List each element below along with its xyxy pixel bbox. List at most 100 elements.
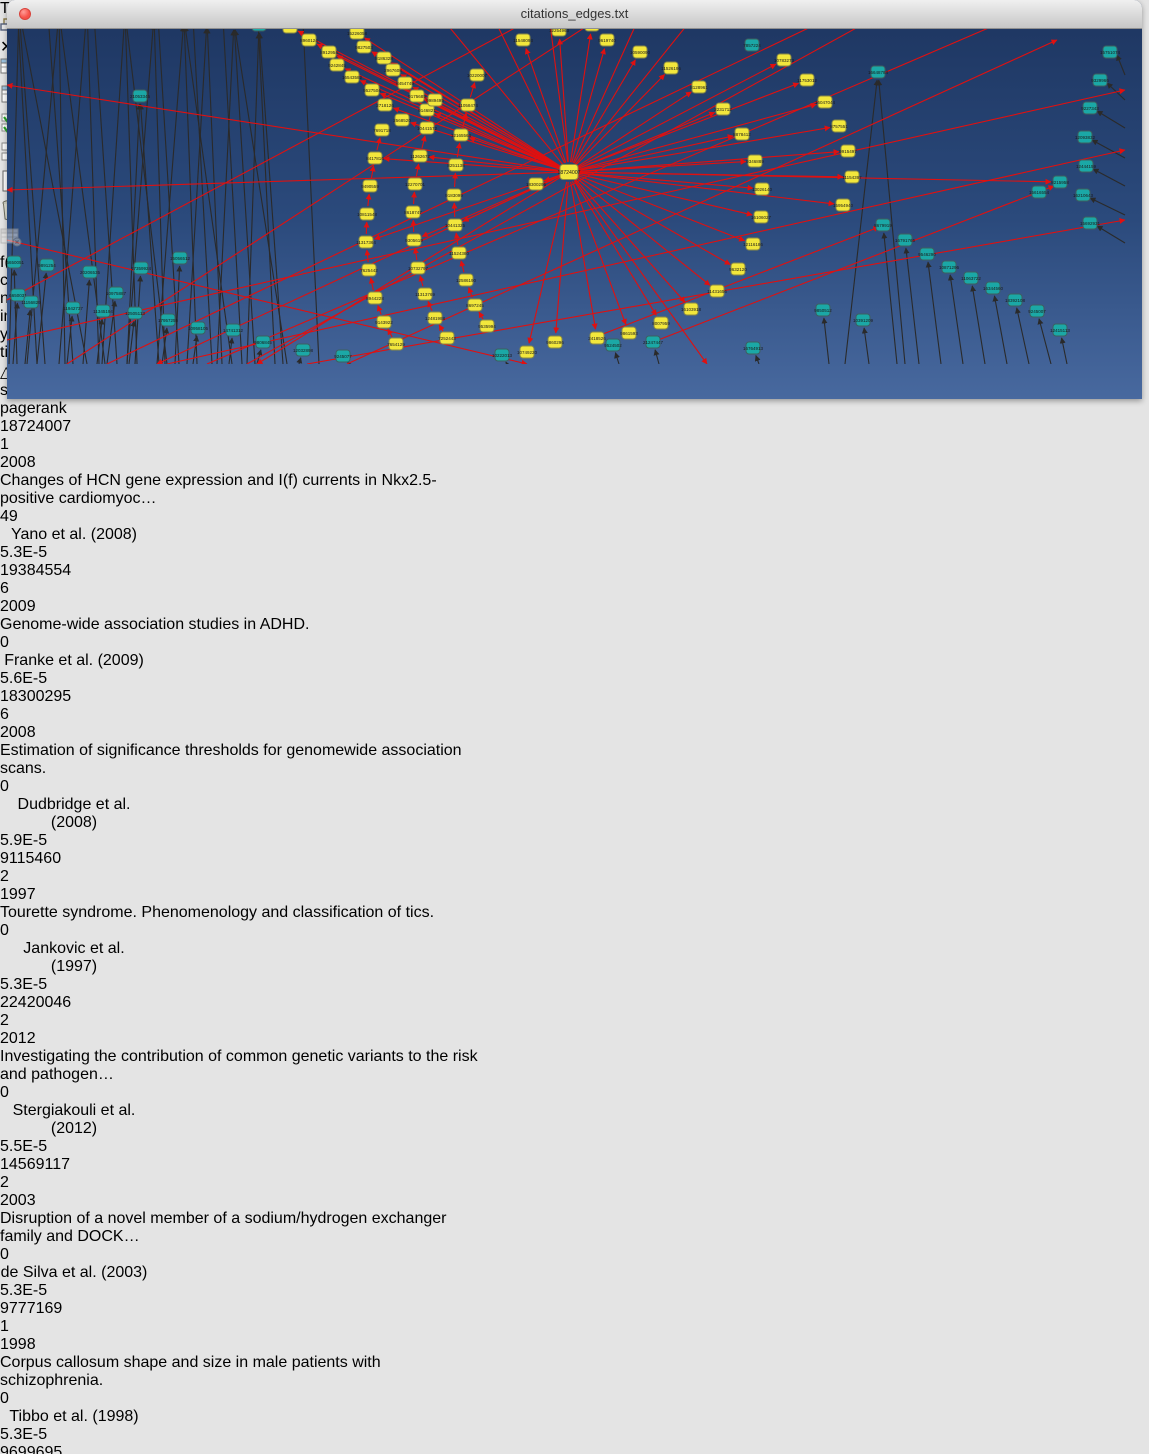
network-edge[interactable]	[7, 0, 567, 300]
table-row[interactable]: 911546021997Tourette syndrome. Phenomeno…	[0, 850, 1149, 994]
table-cell-short: Tibbo et al. (1998)	[0, 1408, 148, 1426]
network-node-label: 8757551	[830, 124, 848, 129]
network-edge[interactable]	[1039, 319, 1051, 364]
network-edge[interactable]	[302, 0, 319, 364]
network-edge[interactable]	[37, 273, 46, 364]
network-node-label: 10975887	[106, 291, 127, 296]
network-node-label: 12270701	[405, 182, 426, 187]
network-edge[interactable]	[377, 138, 380, 150]
network-edge[interactable]	[603, 227, 879, 334]
network-edge[interactable]	[20, 18, 45, 364]
network-edge[interactable]	[414, 192, 415, 204]
network-edge[interactable]	[578, 177, 731, 265]
network-edge[interactable]	[576, 179, 685, 302]
network-node-label: 16103918	[681, 307, 702, 312]
network-edge[interactable]	[950, 275, 963, 364]
network-edge[interactable]	[1090, 198, 1125, 215]
network-edge[interactable]	[1097, 226, 1125, 243]
network-edge[interactable]	[578, 64, 776, 167]
network-edge[interactable]	[571, 34, 591, 162]
network-node-label: 9891254	[38, 263, 56, 268]
network-edge[interactable]	[247, 33, 259, 364]
table-cell-title: Investigating the contribution of common…	[0, 1048, 479, 1084]
network-edge[interactable]	[1092, 140, 1125, 158]
network-edge[interactable]	[157, 26, 183, 364]
network-edge[interactable]	[371, 278, 374, 290]
table-row[interactable]: 1872400712008Changes of HCN gene express…	[0, 418, 1149, 562]
network-edge[interactable]	[756, 355, 759, 364]
network-edge[interactable]	[141, 104, 159, 364]
network-canvas[interactable]: 1872400796197401059009011526196812896122…	[7, 0, 1142, 369]
network-edge[interactable]	[470, 83, 474, 98]
network-edge[interactable]	[415, 248, 417, 260]
table-row[interactable]: 1456911722003Disruption of a novel membe…	[0, 1156, 1149, 1300]
network-edge[interactable]	[234, 30, 255, 364]
network-edge[interactable]	[579, 104, 817, 169]
table-row[interactable]: 977716911998Corpus callosum shape and si…	[0, 1300, 1149, 1444]
network-edge[interactable]	[439, 325, 443, 331]
network-edge[interactable]	[184, 26, 197, 364]
network-edge[interactable]	[578, 83, 798, 168]
table-cell-short: Dudbridge et al. (2008)	[0, 796, 148, 832]
network-node-label: 9143922	[375, 320, 393, 325]
table-row[interactable]: 2242004622012Investigating the contribut…	[0, 994, 1149, 1156]
network-edge[interactable]	[579, 172, 1051, 182]
network-edge[interactable]	[994, 296, 1007, 364]
table-row[interactable]: 1938455462009Genome-wide association stu…	[0, 562, 1149, 688]
network-window-title: citations_edges.txt	[7, 6, 1142, 21]
network-edge[interactable]	[1117, 55, 1125, 75]
network-edge[interactable]	[422, 136, 425, 148]
network-edge[interactable]	[59, 20, 65, 364]
network-node-label: 10590090	[630, 50, 651, 55]
table-cell-year: 2009	[0, 598, 81, 616]
network-edge[interactable]	[864, 328, 869, 364]
network-node-label: 10783273	[774, 58, 795, 63]
network-edge[interactable]	[1062, 338, 1067, 364]
network-window-titlebar[interactable]: citations_edges.txt	[7, 0, 1142, 29]
network-edge[interactable]	[615, 353, 619, 364]
network-edge[interactable]	[17, 0, 37, 364]
network-edge[interactable]	[420, 276, 423, 287]
network-edge[interactable]	[461, 261, 464, 273]
network-edge[interactable]	[479, 312, 483, 319]
table-row[interactable]: 969969511998Structural magnetic resonanc…	[0, 1444, 1149, 1454]
network-edge[interactable]	[378, 305, 381, 314]
network-node-label: 12481988	[425, 316, 446, 321]
table-cell-year: 2003	[0, 1192, 81, 1210]
network-edge[interactable]	[107, 0, 867, 364]
network-edge[interactable]	[368, 194, 369, 206]
network-window: citations_edges.txt 18724007961974010590…	[7, 0, 1142, 399]
network-edge[interactable]	[574, 60, 635, 164]
network-node-label: 11526196	[661, 66, 681, 71]
network-edge[interactable]	[579, 136, 733, 170]
network-edge[interactable]	[577, 178, 710, 285]
network-edge[interactable]	[1017, 308, 1029, 364]
table-cell-title: Corpus callosum shape and size in male p…	[0, 1354, 479, 1390]
column-header-pagerank[interactable]: pagerank	[0, 400, 96, 418]
network-edge[interactable]	[556, 182, 568, 333]
network-edge[interactable]	[371, 166, 373, 178]
network-edge[interactable]	[299, 358, 301, 364]
network-node-label: 11345194	[93, 309, 113, 314]
network-node-label: 8960124	[300, 38, 318, 43]
network-edge[interactable]	[1097, 111, 1125, 128]
network-edge[interactable]	[655, 350, 659, 364]
network-edge[interactable]	[506, 362, 507, 364]
table-row[interactable]: 1830029562008Estimation of significance …	[0, 688, 1149, 850]
network-node-label: 15056512	[170, 256, 191, 261]
network-edge[interactable]	[928, 262, 941, 364]
network-node-label: 11431656	[707, 289, 727, 294]
table-cell-short: Stergiakouli et al. (2012)	[0, 1102, 148, 1138]
network-edge[interactable]	[972, 286, 985, 364]
network-edge[interactable]	[388, 329, 392, 337]
network-edge[interactable]	[455, 173, 456, 187]
network-edge[interactable]	[367, 250, 368, 262]
network-edge[interactable]	[824, 318, 829, 364]
network-edge[interactable]	[906, 248, 919, 364]
network-edge[interactable]	[416, 164, 418, 176]
network-edge[interactable]	[526, 48, 566, 162]
network-edge[interactable]	[560, 39, 569, 162]
network-node-label: 2418526	[588, 336, 606, 341]
network-edge[interactable]	[1093, 169, 1125, 186]
network-node-label: 16210643	[1073, 193, 1094, 198]
